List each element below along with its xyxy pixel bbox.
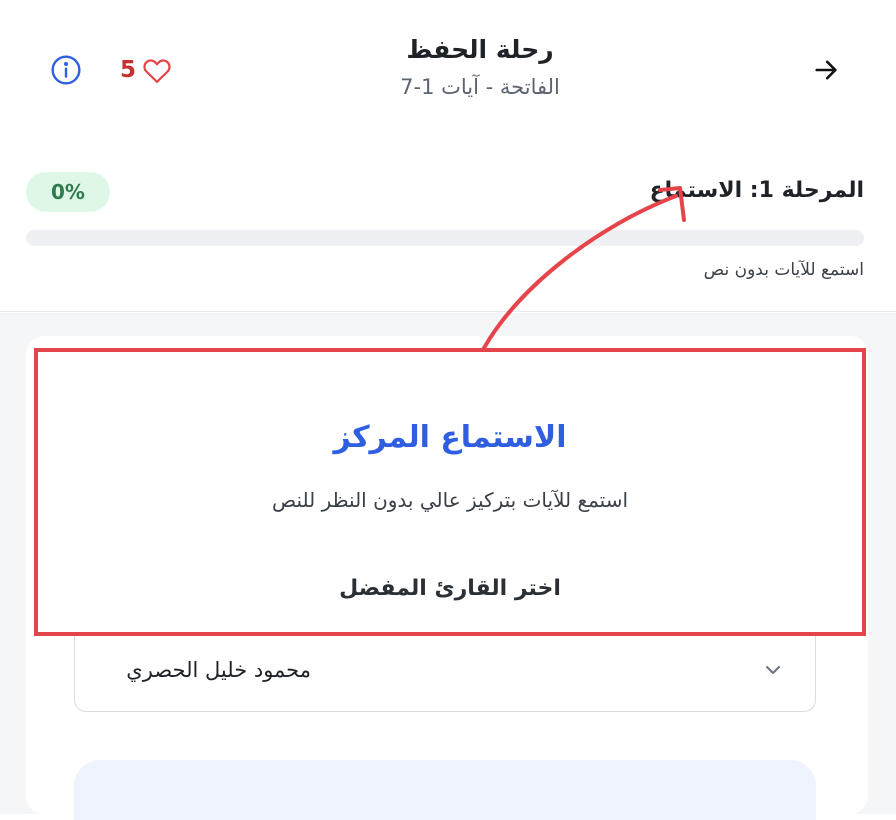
title-block: رحلة الحفظ الفاتحة - آيات 1-7 bbox=[280, 32, 680, 102]
audio-player-panel bbox=[74, 760, 816, 820]
stage-description: استمع للآيات بدون نص bbox=[703, 260, 864, 280]
progress-percent-badge: 0% bbox=[26, 172, 110, 212]
heart-outline-icon bbox=[143, 59, 171, 83]
back-button[interactable] bbox=[808, 52, 844, 88]
chevron-down-icon bbox=[766, 666, 780, 674]
page-subtitle: الفاتحة - آيات 1-7 bbox=[400, 75, 560, 99]
hearts-count: 5 bbox=[120, 57, 137, 83]
info-button[interactable] bbox=[50, 54, 82, 86]
header: رحلة الحفظ الفاتحة - آيات 1-7 5 bbox=[0, 0, 896, 140]
mode-description: استمع للآيات بتركيز عالي بدون النظر للنص bbox=[271, 488, 629, 512]
progress-bar bbox=[26, 230, 864, 246]
stage-progress-section: المرحلة 1: الاستماع 0% استمع للآيات بدون… bbox=[0, 150, 896, 312]
info-icon bbox=[51, 55, 81, 85]
reciter-select[interactable]: محمود خليل الحصري bbox=[74, 630, 816, 712]
arrow-right-icon bbox=[815, 60, 837, 80]
annotation-highlight-box: الاستماع المركز استمع للآيات بتركيز عالي… bbox=[34, 348, 866, 636]
mode-title: الاستماع المركز bbox=[333, 420, 567, 455]
page-title: رحلة الحفظ bbox=[406, 35, 554, 64]
stage-label: المرحلة 1: الاستماع bbox=[649, 178, 864, 203]
reciter-label: اختر القارئ المفضل bbox=[339, 576, 561, 601]
hearts-counter: 5 bbox=[120, 54, 172, 86]
reciter-select-value: محمود خليل الحصري bbox=[126, 658, 311, 682]
